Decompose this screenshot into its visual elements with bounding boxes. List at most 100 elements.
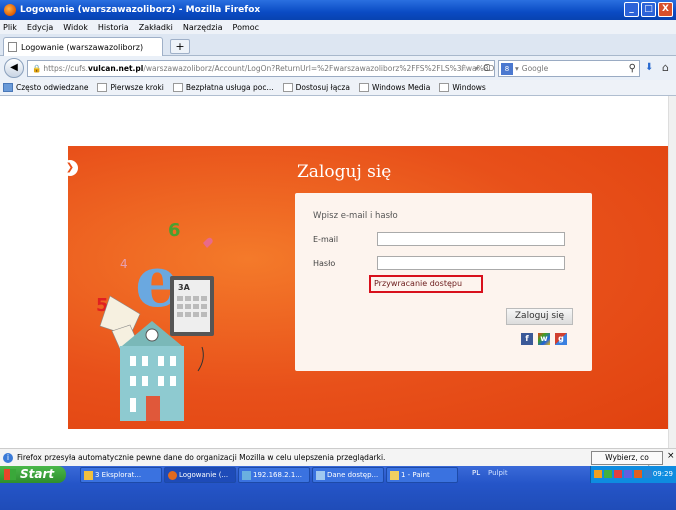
notification-message: Firefox przesyła automatycznie pewne dan… — [17, 453, 386, 462]
search-placeholder: Google — [521, 64, 549, 73]
window-controls: _ □ X — [624, 2, 673, 17]
home-icon[interactable]: ⌂ — [662, 61, 669, 74]
taskbar-firefox[interactable]: Logowanie (... — [164, 467, 236, 483]
network-icon — [242, 471, 251, 480]
desktop-toolbar[interactable]: Pulpit — [488, 469, 508, 477]
bookmark-item[interactable]: Windows — [439, 83, 486, 92]
menu-view[interactable]: Widok — [63, 23, 88, 32]
google-login-icon[interactable]: g — [555, 333, 567, 345]
login-panel: Wpisz e-mail i hasło E-mail Hasło Przywr… — [295, 193, 592, 371]
menu-file[interactable]: Plik — [3, 23, 17, 32]
taskbar-explorer[interactable]: 3 Eksplorat... — [80, 467, 162, 483]
login-title: Zaloguj się — [297, 162, 392, 182]
menu-tools[interactable]: Narzędzia — [183, 23, 223, 32]
tray-icon[interactable] — [604, 470, 612, 478]
choose-sharing-button[interactable]: Wybierz, co udostępniać — [591, 451, 663, 474]
taskbar-label: Dane dostęp... — [327, 471, 379, 479]
tray-icon[interactable] — [634, 470, 642, 478]
bookmark-item[interactable]: Pierwsze kroki — [97, 83, 164, 92]
bookmark-item[interactable]: Windows Media — [358, 83, 430, 92]
page-icon — [97, 83, 108, 92]
clock[interactable]: 09:29 — [653, 470, 673, 478]
menu-history[interactable]: Historia — [98, 23, 129, 32]
url-bar[interactable]: 🔒 https://cufs. vulcan.net.pl/warszawazol… — [27, 60, 495, 77]
navigation-bar: ◀ 🔒 https://cufs. vulcan.net.pl/warszawaz… — [0, 56, 676, 80]
search-bar[interactable]: 8 ▾ Google ⚲ — [498, 60, 640, 77]
url-prefix: https://cufs. — [43, 64, 89, 73]
taskbar-label: 1 - Paint — [401, 471, 430, 479]
notification-bar: i Firefox przesyła automatycznie pewne d… — [0, 448, 676, 474]
info-icon: i — [3, 452, 13, 463]
menu-bar: Plik Edycja Widok Historia Zakładki Narz… — [0, 20, 676, 34]
tab-login[interactable]: Logowanie (warszawazoliborz) — [3, 37, 163, 56]
minimize-button[interactable]: _ — [624, 2, 639, 17]
bookmark-label: Bezpłatna usługa poc... — [185, 83, 274, 92]
svg-text:4: 4 — [120, 257, 128, 271]
windows-taskbar: Start 3 Eksplorat... Logowanie (... 192.… — [0, 466, 676, 510]
window-titlebar: Logowanie (warszawazoliborz) - Mozilla F… — [0, 0, 676, 20]
tray-icon[interactable] — [614, 470, 622, 478]
page-icon — [282, 83, 293, 92]
system-tray: 09:29 — [590, 466, 676, 483]
bookmarks-toolbar: Często odwiedzane Pierwsze kroki Bezpłat… — [0, 80, 676, 96]
taskbar-remote[interactable]: 192.168.2.1... — [238, 467, 310, 483]
firefox-icon — [168, 471, 177, 480]
bookmark-label: Windows — [452, 83, 486, 92]
google-icon[interactable]: 8 — [501, 62, 513, 75]
tray-icon[interactable] — [644, 470, 652, 478]
page-icon — [172, 83, 183, 92]
notification-close-icon[interactable]: × — [667, 451, 675, 461]
download-icon[interactable]: ⬇ — [645, 62, 653, 73]
page-content: ❯ 6 4 e 5! 3A Zaloguj się Wpisz e-mail i… — [0, 96, 668, 448]
bookmark-star-icon[interactable]: ☆ — [459, 63, 468, 74]
page-icon — [8, 42, 17, 52]
social-login-icons: f w g — [521, 333, 567, 345]
windows-live-icon[interactable]: w — [538, 333, 550, 345]
close-button[interactable]: X — [658, 2, 673, 17]
start-button[interactable]: Start — [0, 466, 66, 483]
school-illustration: 6 4 e 5! 3A — [96, 220, 214, 421]
bookmark-item[interactable]: Dostosuj łącza — [282, 83, 350, 92]
document-icon — [316, 471, 325, 480]
menu-edit[interactable]: Edycja — [27, 23, 53, 32]
bookmark-item[interactable]: Często odwiedzane — [3, 83, 88, 92]
facebook-icon[interactable]: f — [521, 333, 533, 345]
bookmark-item[interactable]: Bezpłatna usługa poc... — [172, 83, 274, 92]
email-field[interactable] — [377, 232, 565, 246]
password-field[interactable] — [377, 256, 565, 270]
taskbar-label: 192.168.2.1... — [253, 471, 302, 479]
login-hint: Wpisz e-mail i hasło — [313, 211, 398, 221]
recover-access-link[interactable]: Przywracanie dostępu — [369, 275, 483, 293]
tray-icon[interactable] — [624, 470, 632, 478]
collapse-arrow-icon[interactable]: ❯ — [62, 160, 78, 176]
search-icon[interactable]: ⚲ — [629, 63, 636, 74]
menu-bookmarks[interactable]: Zakładki — [139, 23, 173, 32]
paint-icon — [390, 471, 399, 480]
svg-text:3A: 3A — [178, 283, 191, 292]
back-button[interactable]: ◀ — [4, 58, 24, 78]
maximize-button[interactable]: □ — [641, 2, 656, 17]
page-icon — [439, 83, 450, 92]
new-tab-button[interactable]: + — [170, 39, 190, 54]
taskbar-label: 3 Eksplorat... — [95, 471, 142, 479]
menu-help[interactable]: Pomoc — [233, 23, 260, 32]
search-engine-dropdown-icon[interactable]: ▾ — [515, 64, 519, 73]
taskbar-paint[interactable]: 1 - Paint — [386, 467, 458, 483]
bookmarks-icon — [3, 83, 13, 92]
language-indicator[interactable]: PL — [472, 469, 480, 477]
url-domain: vulcan.net.pl — [88, 64, 144, 73]
tray-icon[interactable] — [594, 470, 602, 478]
bookmark-label: Dostosuj łącza — [295, 83, 350, 92]
url-dropdown-icon[interactable]: ▾ — [475, 64, 479, 73]
bookmark-label: Często odwiedzane — [16, 83, 89, 92]
bookmark-label: Pierwsze kroki — [110, 83, 164, 92]
tray-icons — [594, 470, 652, 478]
svg-text:6: 6 — [168, 220, 181, 241]
window-title: Logowanie (warszawazoliborz) - Mozilla F… — [20, 5, 261, 15]
vertical-scrollbar[interactable] — [668, 96, 676, 466]
tab-bar: Logowanie (warszawazoliborz) + — [0, 34, 676, 56]
reload-icon[interactable]: C — [483, 63, 490, 74]
page-icon — [358, 83, 369, 92]
login-button[interactable]: Zaloguj się — [506, 308, 573, 325]
taskbar-document[interactable]: Dane dostęp... — [312, 467, 384, 483]
